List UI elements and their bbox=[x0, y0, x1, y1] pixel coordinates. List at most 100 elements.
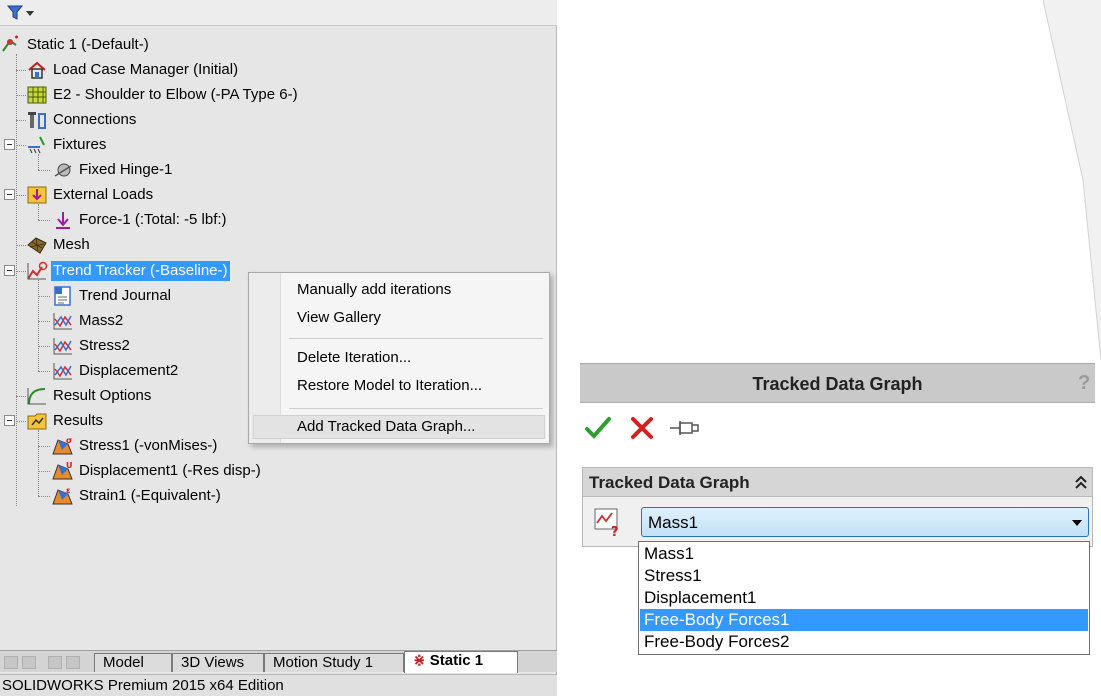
tab-scroll-next-icon[interactable] bbox=[48, 656, 62, 669]
tab-motion-study[interactable]: Motion Study 1 bbox=[264, 653, 404, 672]
tree-item-label: E2 - Shoulder to Elbow (-PA Type 6-) bbox=[53, 86, 298, 103]
ok-button[interactable] bbox=[584, 415, 612, 441]
filter-button[interactable] bbox=[6, 4, 38, 22]
menu-item-manually-add-iterations[interactable]: Manually add iterations bbox=[297, 279, 451, 301]
tree-item-label: External Loads bbox=[53, 186, 154, 203]
menu-separator bbox=[289, 408, 543, 409]
menu-item-add-tracked-data-graph[interactable]: Add Tracked Data Graph... bbox=[297, 416, 475, 438]
tree-item-label: Fixed Hinge-1 bbox=[79, 161, 173, 178]
tree-item-part[interactable]: E2 - Shoulder to Elbow (-PA Type 6-) bbox=[26, 83, 300, 107]
tree-item-stress2[interactable]: Stress2 bbox=[52, 334, 132, 358]
tree-item-label: Stress1 (-vonMises-) bbox=[79, 437, 218, 454]
tree-item-mass2[interactable]: Mass2 bbox=[52, 309, 125, 333]
pin-button[interactable] bbox=[668, 415, 699, 441]
checkmark-icon bbox=[585, 417, 611, 439]
expander-external-loads[interactable] bbox=[4, 189, 15, 200]
tree-item-trend-tracker[interactable]: Trend Tracker (-Baseline-) bbox=[26, 259, 230, 283]
dropdown-option[interactable]: Free-Body Forces1 bbox=[640, 609, 1088, 631]
journal-document-icon bbox=[54, 286, 71, 306]
connections-icon bbox=[28, 112, 46, 129]
graph-icon bbox=[53, 313, 72, 330]
mesh-icon bbox=[27, 237, 47, 254]
dropdown-option[interactable]: Free-Body Forces2 bbox=[640, 631, 1088, 653]
tree-toolbar bbox=[0, 0, 557, 26]
dropdown-option[interactable]: Displacement1 bbox=[640, 587, 1088, 609]
external-loads-icon bbox=[27, 186, 47, 204]
tree-item-label: Stress2 bbox=[79, 337, 130, 354]
trend-tracker-icon bbox=[27, 261, 48, 280]
x-icon bbox=[631, 417, 653, 439]
tree-item-trend-journal[interactable]: Trend Journal bbox=[52, 284, 173, 308]
background-shape bbox=[1043, 0, 1101, 360]
tree-item-label: Results bbox=[53, 412, 104, 429]
double-chevron-up-icon[interactable] bbox=[1073, 473, 1089, 491]
menu-item-view-gallery[interactable]: View Gallery bbox=[297, 307, 381, 329]
tree-item-fixed-hinge[interactable]: Fixed Hinge-1 bbox=[52, 158, 174, 182]
tree-item-connections[interactable]: Connections bbox=[26, 108, 138, 132]
menu-item-delete-iteration[interactable]: Delete Iteration... bbox=[297, 347, 411, 369]
tab-scroll-last-icon[interactable] bbox=[66, 656, 80, 669]
tree-item-stress1[interactable]: σ Stress1 (-vonMises-) bbox=[52, 434, 219, 458]
tree-item-label: Fixtures bbox=[53, 136, 107, 153]
displacement-plot-icon: U bbox=[52, 461, 73, 480]
select-value: Mass1 bbox=[648, 513, 699, 532]
menu-separator bbox=[289, 338, 543, 339]
tree-item-displacement1[interactable]: U Displacement1 (-Res disp-) bbox=[52, 459, 263, 483]
tree-item-result-options[interactable]: Result Options bbox=[26, 384, 153, 408]
study-tab-icon: ⋇ bbox=[413, 652, 426, 669]
fixtures-icon bbox=[28, 136, 45, 154]
tree-item-label: Trend Journal bbox=[79, 287, 171, 304]
svg-text:U: U bbox=[66, 461, 73, 470]
tree-item-label: Displacement1 (-Res disp-) bbox=[79, 462, 261, 479]
house-icon bbox=[28, 61, 46, 79]
tree-item-label: Connections bbox=[53, 111, 137, 128]
study-icon bbox=[2, 35, 18, 52]
tree-item-label: Strain1 (-Equivalent-) bbox=[79, 487, 221, 504]
filter-icon bbox=[6, 5, 34, 20]
hinge-icon bbox=[54, 163, 72, 177]
graph-icon bbox=[53, 338, 72, 355]
expander-trend-tracker[interactable] bbox=[4, 265, 15, 276]
stress-plot-icon: σ bbox=[52, 436, 73, 455]
tree-item-strain1[interactable]: ε Strain1 (-Equivalent-) bbox=[52, 484, 223, 508]
folder-icon bbox=[27, 413, 47, 430]
context-menu: Manually add iterations View Gallery Del… bbox=[248, 272, 550, 444]
menu-item-restore-model[interactable]: Restore Model to Iteration... bbox=[297, 375, 482, 397]
tree-item-results[interactable]: Results bbox=[26, 409, 105, 433]
tree-item-label: Load Case Manager (Initial) bbox=[53, 61, 239, 78]
svg-text:?: ? bbox=[611, 525, 619, 537]
tree-item-label: Force-1 (:Total: -5 lbf:) bbox=[79, 211, 227, 228]
property-manager-header: Tracked Data Graph ? bbox=[580, 363, 1095, 403]
graph-icon bbox=[53, 363, 72, 380]
force-arrow-icon bbox=[56, 212, 70, 229]
tab-static-study[interactable]: ⋇ Static 1 bbox=[404, 651, 518, 673]
group-box-title: Tracked Data Graph bbox=[589, 473, 750, 492]
tree-item-load-case-manager[interactable]: Load Case Manager (Initial) bbox=[26, 58, 240, 82]
cancel-button[interactable] bbox=[628, 415, 656, 441]
tree-item-static-study[interactable]: Static 1 (-Default-) bbox=[0, 33, 151, 57]
tab-scroll-first-icon[interactable] bbox=[4, 656, 18, 669]
tree-item-mesh[interactable]: Mesh bbox=[26, 233, 92, 257]
expander-fixtures[interactable] bbox=[4, 139, 15, 150]
tree-item-displacement2[interactable]: Displacement2 bbox=[52, 359, 180, 383]
tab-3d-views[interactable]: 3D Views bbox=[172, 653, 264, 672]
tracked-data-select[interactable]: Mass1 bbox=[641, 507, 1089, 537]
tree-item-force[interactable]: Force-1 (:Total: -5 lbf:) bbox=[52, 208, 229, 232]
dropdown-option[interactable]: Mass1 bbox=[640, 543, 1088, 565]
dropdown-option[interactable]: Stress1 bbox=[640, 565, 1088, 587]
svg-text:σ: σ bbox=[66, 436, 72, 445]
tab-scroll-prev-icon[interactable] bbox=[22, 656, 36, 669]
tree-item-fixtures[interactable]: Fixtures bbox=[26, 133, 108, 157]
dropdown-list: Mass1 Stress1 Displacement1 Free-Body Fo… bbox=[638, 541, 1090, 655]
help-icon[interactable]: ? bbox=[1078, 372, 1090, 395]
tree-item-label: Mass2 bbox=[79, 312, 124, 329]
tab-static-study-label: Static 1 bbox=[429, 652, 484, 669]
tree-item-label: Trend Tracker (-Baseline-) bbox=[51, 261, 230, 281]
tree-item-label: Displacement2 bbox=[79, 362, 179, 379]
graph-question-icon: ? bbox=[594, 508, 619, 537]
expander-results[interactable] bbox=[4, 415, 15, 426]
group-box-header[interactable]: Tracked Data Graph bbox=[582, 467, 1093, 497]
tree-item-label: Mesh bbox=[53, 236, 90, 253]
tree-item-external-loads[interactable]: External Loads bbox=[26, 183, 155, 207]
tab-model[interactable]: Model bbox=[94, 653, 172, 672]
